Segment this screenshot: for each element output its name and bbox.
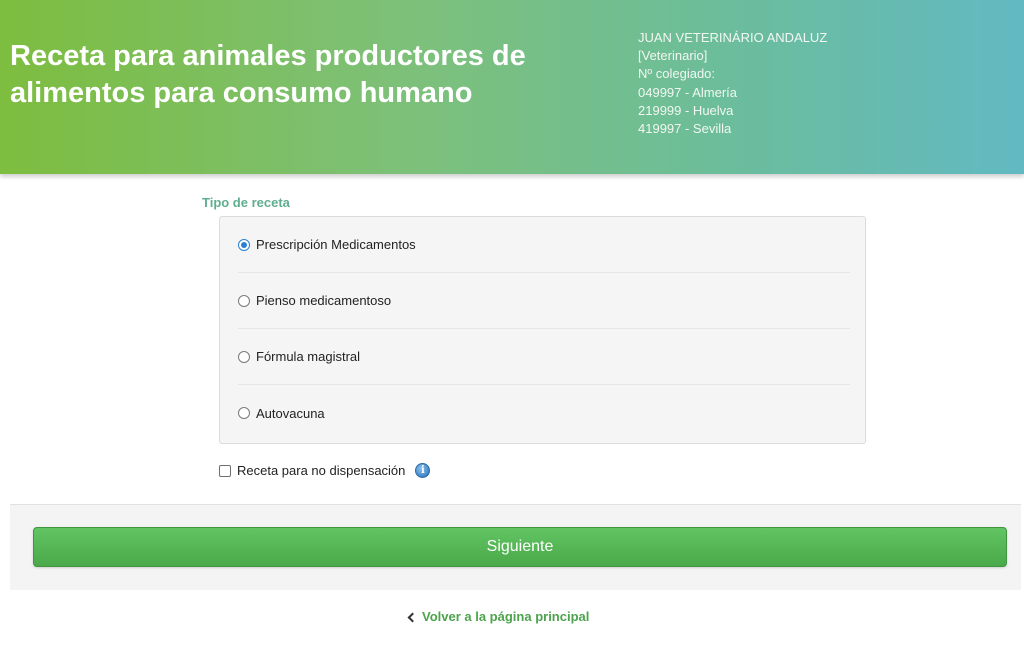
page-header: Receta para animales productores de alim… xyxy=(0,0,1024,174)
option-label: Fórmula magistral xyxy=(256,349,361,364)
back-to-home-link[interactable]: Volver a la página principal xyxy=(407,609,589,624)
option-prescripcion-medicamentos[interactable]: Prescripción Medicamentos xyxy=(238,217,850,273)
colegiado-entry: 419997 - Sevilla xyxy=(638,121,732,137)
next-button[interactable]: Siguiente xyxy=(33,527,1007,567)
radio-button-checked[interactable] xyxy=(238,238,250,251)
option-formula-magistral[interactable]: Fórmula magistral xyxy=(238,329,850,385)
colegiado-entry: 219999 - Huelva xyxy=(638,102,734,118)
chevron-left-icon xyxy=(407,612,418,622)
option-label: Prescripción Medicamentos xyxy=(256,237,416,252)
option-autovacuna[interactable]: Autovacuna xyxy=(238,385,850,441)
radio-button[interactable] xyxy=(238,407,250,419)
radio-button[interactable] xyxy=(238,294,250,307)
radio-button[interactable] xyxy=(238,350,250,363)
option-label: Autovacuna xyxy=(256,405,325,421)
no-dispensacion-label[interactable]: Receta para no dispensación xyxy=(237,463,405,478)
recipe-type-options: Prescripción Medicamentos Pienso medicam… xyxy=(219,216,866,444)
vet-role: [Veterinario] xyxy=(638,48,708,64)
info-icon[interactable]: i xyxy=(415,463,431,478)
vet-info: JUAN VETERINÁRIO ANDALUZ [Veterinario] N… xyxy=(638,29,998,138)
no-dispensacion-checkbox[interactable] xyxy=(219,464,231,477)
option-label: Pienso medicamentoso xyxy=(256,293,392,308)
section-label-tipo-receta: Tipo de receta xyxy=(202,195,290,210)
option-pienso-medicamentoso[interactable]: Pienso medicamentoso xyxy=(238,273,850,329)
colegiado-label: Nº colegiado: xyxy=(638,66,716,82)
back-link-label[interactable]: Volver a la página principal xyxy=(422,609,589,624)
page-title: Receta para animales productores de alim… xyxy=(10,40,526,109)
no-dispensacion-row: Receta para no dispensación i xyxy=(219,463,431,478)
colegiado-entry: 049997 - Almería xyxy=(638,84,738,100)
vet-name: JUAN VETERINÁRIO ANDALUZ xyxy=(638,30,828,45)
